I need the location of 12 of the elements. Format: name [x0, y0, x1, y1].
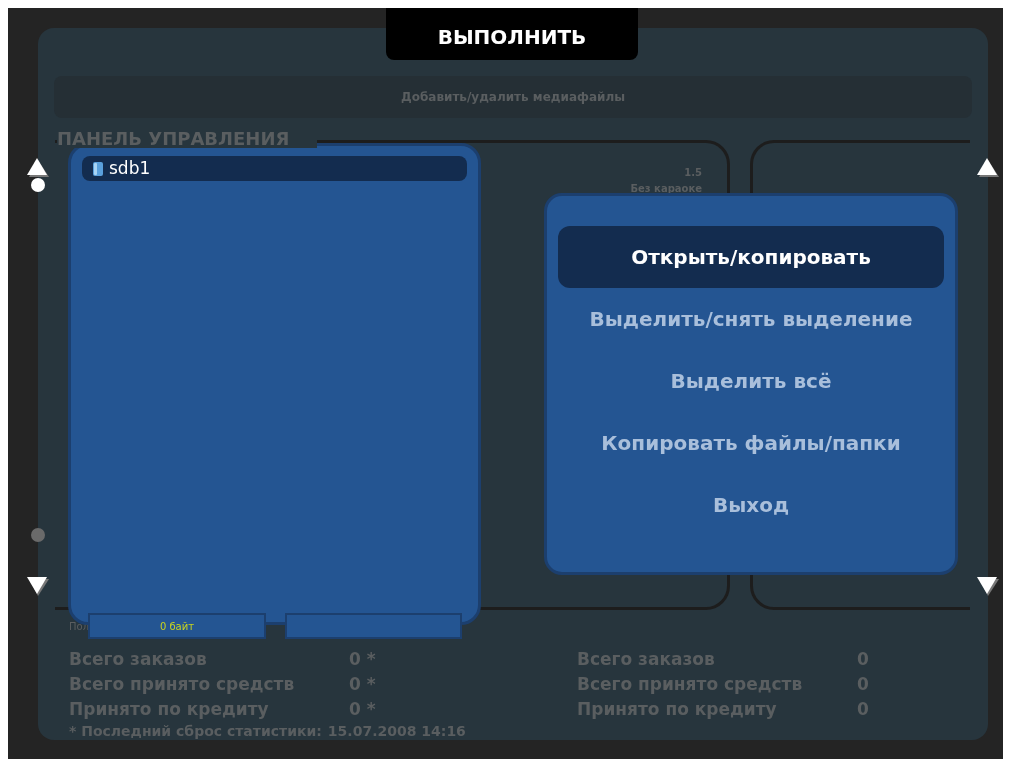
scroll-down-icon[interactable] [976, 576, 1000, 598]
file-item[interactable]: sdb1 [82, 156, 467, 181]
menu-item[interactable]: Открыть/копировать [558, 226, 944, 288]
menu-item[interactable]: Копировать файлы/папки [558, 412, 944, 474]
drive-icon [92, 160, 104, 177]
menu-item[interactable]: Выделить всё [558, 350, 944, 412]
scroll-up-icon[interactable] [26, 157, 50, 179]
scroll-up-icon[interactable] [976, 157, 1000, 179]
menu-item[interactable]: Выделить/снять выделение [558, 288, 944, 350]
size-field: 0 байт [88, 613, 266, 639]
scroll-down-icon[interactable] [26, 576, 50, 598]
menu-item[interactable]: Выход [558, 474, 944, 536]
